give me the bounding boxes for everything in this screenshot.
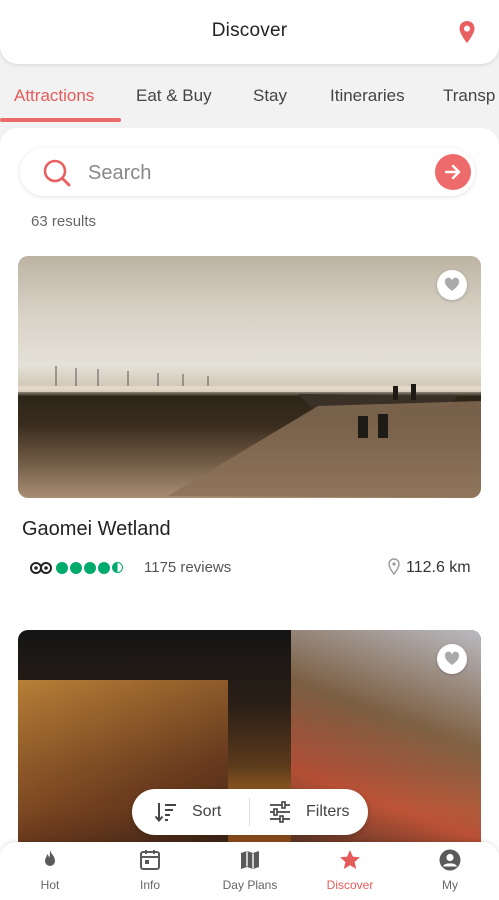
nav-item-my[interactable]: My [405,848,495,892]
calendar-icon [140,850,160,870]
rating-bubbles [56,562,123,574]
tab-itineraries[interactable]: Itineraries [330,86,405,106]
nav-label: Hot [40,878,60,892]
flame-icon [45,850,55,866]
nav-item-hot[interactable]: Hot [5,848,95,892]
top-app-bar: Discover [0,0,499,64]
nav-item-day-plans[interactable]: Day Plans [205,848,295,892]
attraction-title[interactable]: Gaomei Wetland [22,518,171,541]
sort-label: Sort [192,803,222,820]
nav-item-info[interactable]: Info [105,848,195,892]
rating-bubble-full [98,562,110,574]
page-title: Discover [211,20,288,41]
arrow-right-icon [444,164,461,180]
tab-stay[interactable]: Stay [253,86,287,106]
map-icon [241,851,259,869]
heart-icon [444,277,460,291]
nav-label: Day Plans [222,878,278,892]
tab-transport[interactable]: Transp [443,86,495,106]
divider [249,798,250,826]
results-count: 63 results [31,213,97,230]
content-panel: 63 results Gaomei Wetland [0,128,499,900]
tab-eat-buy[interactable]: Eat & Buy [136,86,212,106]
star-icon [340,850,360,869]
filters-button[interactable]: Filters [268,789,350,835]
nav-label: Info [139,878,160,892]
rating-bubble-half [112,562,123,573]
nav-label: Discover [326,878,374,892]
review-count: 1175 reviews [144,559,232,576]
wind-turbines-illustration [18,366,481,498]
distance: 112.6 km [406,559,471,576]
filter-sliders-icon [270,801,290,823]
filters-label: Filters [306,803,350,820]
rating-bubble-full [70,562,82,574]
heart-icon [444,651,460,665]
attraction-card-image[interactable] [18,256,481,498]
sort-icon [154,803,176,823]
sort-button[interactable]: Sort [154,789,221,835]
tripadvisor-owl-icon [30,562,52,574]
search-bar [20,148,475,196]
location-pin-icon [388,558,400,575]
active-tab-indicator [0,118,121,122]
favorite-button[interactable] [437,644,467,674]
search-submit-button[interactable] [435,154,471,190]
location-pin-icon[interactable] [457,20,477,44]
bottom-navigation: Hot Info Day Plans Discover My [0,842,499,900]
rating-row: 1175 reviews 112.6 km [30,558,480,580]
category-tabs: Attractions Eat & Buy Stay Itineraries T… [0,64,499,126]
favorite-button[interactable] [437,270,467,300]
tab-attractions[interactable]: Attractions [14,86,94,106]
account-icon [439,849,461,871]
nav-label: My [442,878,458,892]
nav-item-discover[interactable]: Discover [305,848,395,892]
search-input[interactable] [86,156,410,190]
search-icon [43,159,71,187]
rating-bubble-full [84,562,96,574]
rating-bubble-full [56,562,68,574]
sort-filter-bar: Sort Filters [132,789,368,835]
